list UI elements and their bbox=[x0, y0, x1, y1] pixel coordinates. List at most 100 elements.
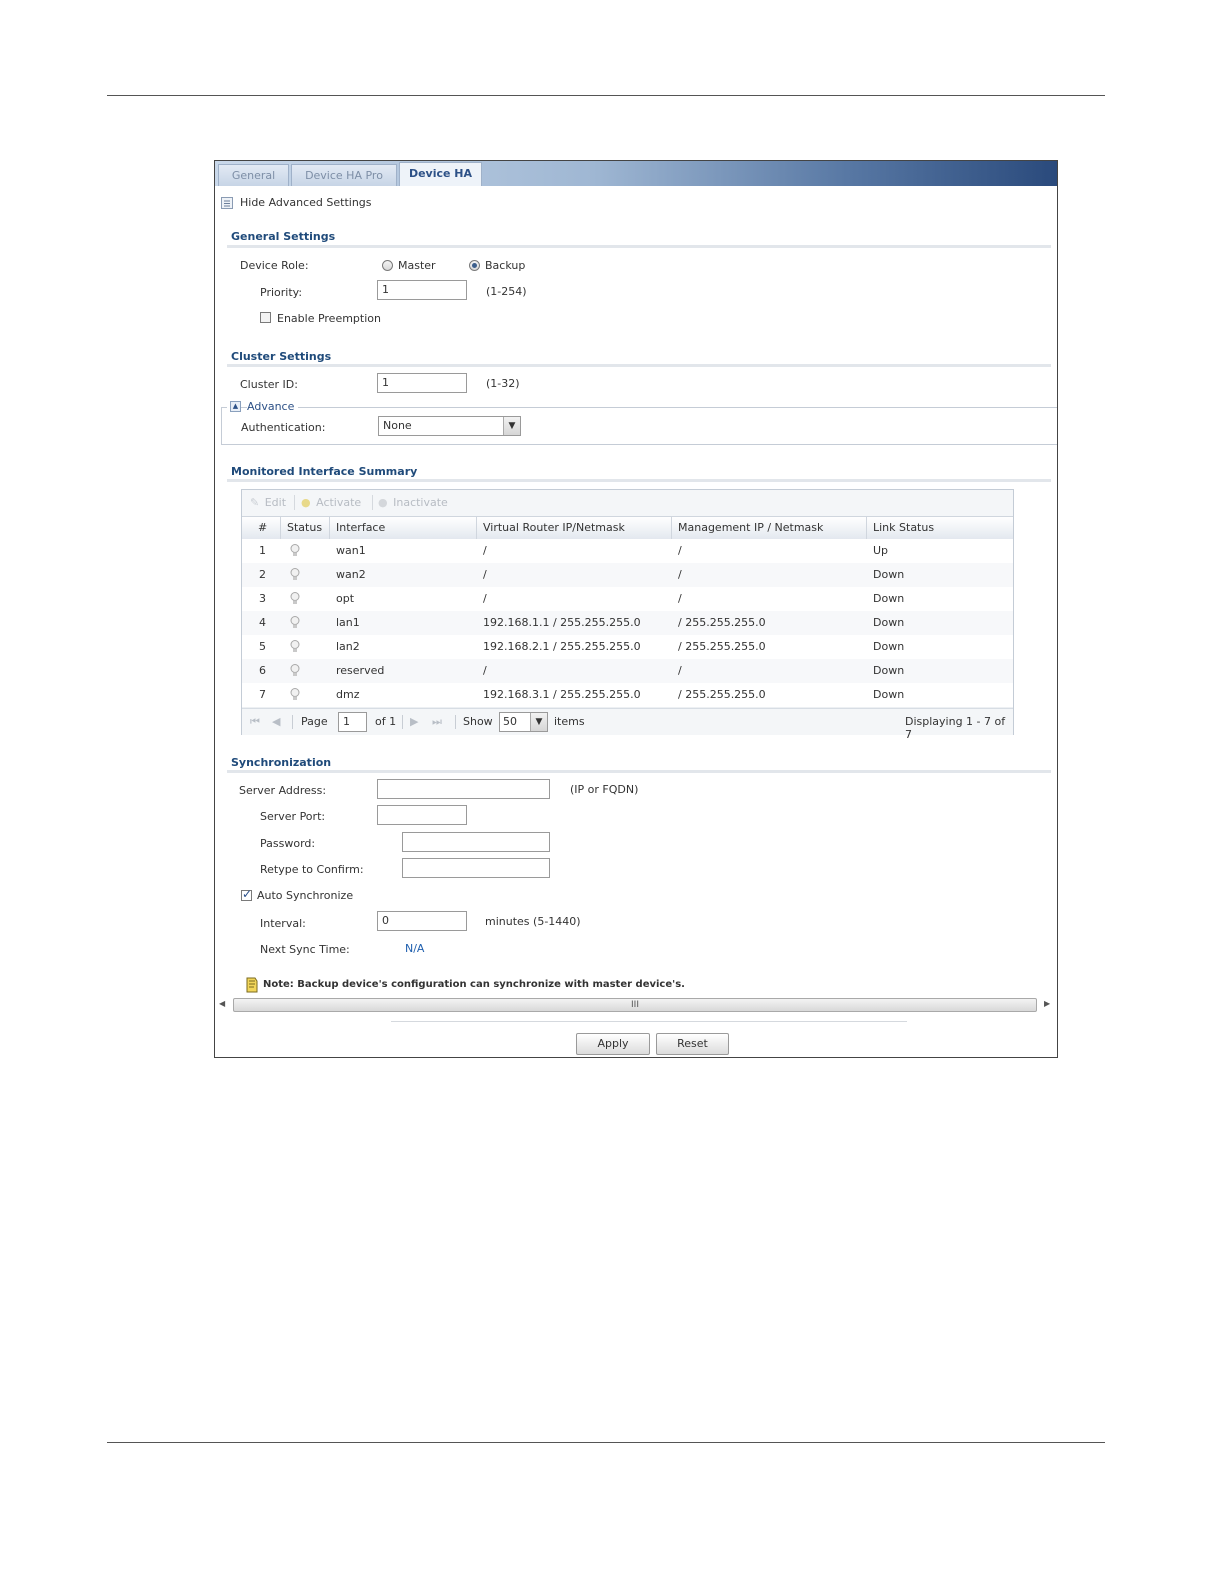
virtual-router-ip: / bbox=[483, 568, 487, 581]
link-status: Down bbox=[873, 616, 905, 629]
divider bbox=[227, 364, 1051, 367]
link-status: Down bbox=[873, 640, 905, 653]
inactivate-button[interactable]: ● Inactivate bbox=[378, 496, 448, 509]
show-label: Show bbox=[463, 715, 493, 728]
note-icon bbox=[246, 977, 258, 993]
table-row[interactable]: 6 reserved / / Down bbox=[242, 659, 1013, 684]
first-page-icon[interactable]: ⏮ bbox=[250, 715, 260, 729]
pager-separator bbox=[402, 715, 403, 729]
retype-password-input[interactable] bbox=[402, 858, 550, 878]
interface-name: reserved bbox=[336, 664, 385, 677]
scrollbar-grip: III bbox=[631, 1000, 639, 1010]
apply-button[interactable]: Apply bbox=[576, 1033, 650, 1055]
horizontal-scrollbar[interactable]: ◀ III ▶ bbox=[219, 997, 1053, 1013]
priority-input[interactable]: 1 bbox=[377, 280, 467, 300]
server-address-label: Server Address: bbox=[239, 784, 327, 797]
previous-page-icon[interactable]: ◀ bbox=[272, 715, 280, 728]
items-label: items bbox=[554, 715, 585, 728]
last-page-icon[interactable]: ⏭ bbox=[432, 715, 442, 729]
interval-input[interactable]: 0 bbox=[377, 911, 467, 931]
note-text: Note: Backup device's configuration can … bbox=[263, 979, 685, 990]
cluster-settings-title: Cluster Settings bbox=[231, 350, 332, 363]
table-row[interactable]: 7 dmz 192.168.3.1 / 255.255.255.0 / 255.… bbox=[242, 683, 1013, 708]
table-pager: ⏮ ◀ Page 1 of 1 ▶ ⏭ Show 50 ▼ items Disp… bbox=[242, 708, 1013, 741]
management-ip: / 255.255.255.0 bbox=[678, 640, 766, 653]
column-header-status[interactable]: Status bbox=[287, 521, 322, 534]
activate-button[interactable]: ● Activate bbox=[301, 496, 361, 509]
authentication-select[interactable]: None ▼ bbox=[378, 416, 521, 436]
scrollbar-thumb[interactable]: III bbox=[233, 998, 1037, 1012]
enable-preemption-label: Enable Preemption bbox=[277, 312, 381, 325]
management-ip: / 255.255.255.0 bbox=[678, 688, 766, 701]
column-header-management-ip[interactable]: Management IP / Netmask bbox=[678, 521, 823, 534]
column-header-link-status[interactable]: Link Status bbox=[873, 521, 934, 534]
master-radio[interactable] bbox=[382, 260, 393, 271]
activate-label: Activate bbox=[316, 496, 362, 509]
virtual-router-ip: / bbox=[483, 664, 487, 677]
page-number-input[interactable]: 1 bbox=[338, 712, 367, 732]
advance-fieldset bbox=[221, 407, 1057, 445]
backup-radio[interactable] bbox=[469, 260, 480, 271]
toolbar-separator bbox=[294, 495, 295, 510]
page-count-label: of 1 bbox=[375, 715, 397, 728]
advance-toggle[interactable]: ▲ Advance bbox=[227, 400, 299, 414]
server-address-hint: (IP or FQDN) bbox=[570, 783, 639, 796]
table-row[interactable]: 3 opt / / Down bbox=[242, 587, 1013, 612]
reset-button[interactable]: Reset bbox=[656, 1033, 729, 1055]
tab-device-ha-pro[interactable]: Device HA Pro bbox=[291, 164, 397, 186]
table-row[interactable]: 1 wan1 / / Up bbox=[242, 539, 1013, 564]
tab-general[interactable]: General bbox=[218, 164, 289, 186]
edit-button[interactable]: ✎ Edit bbox=[250, 496, 286, 509]
column-header-interface[interactable]: Interface bbox=[336, 521, 385, 534]
lightbulb-off-icon: ● bbox=[378, 496, 388, 509]
server-address-input[interactable] bbox=[377, 779, 550, 799]
column-separator bbox=[280, 517, 281, 539]
row-number: 1 bbox=[259, 544, 266, 557]
row-number: 4 bbox=[259, 616, 266, 629]
page-size-select[interactable]: 50 ▼ bbox=[499, 712, 548, 732]
column-header-virtual-router-ip[interactable]: Virtual Router IP/Netmask bbox=[483, 521, 625, 534]
next-page-icon[interactable]: ▶ bbox=[410, 715, 418, 728]
chevron-down-icon: ▼ bbox=[530, 713, 547, 731]
priority-range-hint: (1-254) bbox=[486, 285, 527, 298]
row-number: 3 bbox=[259, 592, 266, 605]
master-radio-label: Master bbox=[398, 259, 436, 272]
link-status: Down bbox=[873, 688, 905, 701]
table-row[interactable]: 5 lan2 192.168.2.1 / 255.255.255.0 / 255… bbox=[242, 635, 1013, 660]
interface-name: dmz bbox=[336, 688, 360, 701]
lightbulb-icon: ● bbox=[301, 496, 311, 509]
column-header-number[interactable]: # bbox=[258, 521, 267, 534]
server-port-input[interactable] bbox=[377, 805, 467, 825]
divider bbox=[391, 1021, 907, 1022]
auto-synchronize-checkbox[interactable] bbox=[241, 887, 252, 901]
interface-name: lan1 bbox=[336, 616, 360, 629]
interface-name: opt bbox=[336, 592, 355, 605]
table-row[interactable]: 4 lan1 192.168.1.1 / 255.255.255.0 / 255… bbox=[242, 611, 1013, 636]
tab-device-ha[interactable]: Device HA bbox=[399, 162, 482, 186]
management-ip: / bbox=[678, 568, 682, 581]
retype-to-confirm-label: Retype to Confirm: bbox=[260, 863, 364, 876]
toolbar-separator bbox=[372, 495, 373, 510]
row-number: 5 bbox=[259, 640, 266, 653]
enable-preemption-checkbox[interactable] bbox=[260, 312, 271, 323]
table-body: 1 wan1 / / Up 2 wan2 / / Down 3 opt / / bbox=[242, 539, 1013, 708]
advance-label: Advance bbox=[247, 400, 299, 413]
password-input[interactable] bbox=[402, 832, 550, 852]
cluster-id-input[interactable]: 1 bbox=[377, 373, 467, 393]
inactivate-label: Inactivate bbox=[393, 496, 448, 509]
pager-separator bbox=[292, 715, 293, 729]
table-row[interactable]: 2 wan2 / / Down bbox=[242, 563, 1013, 588]
footer-rule bbox=[107, 1442, 1105, 1443]
virtual-router-ip: 192.168.2.1 / 255.255.255.0 bbox=[483, 640, 641, 653]
page-label: Page bbox=[301, 715, 328, 728]
virtual-router-ip: 192.168.1.1 / 255.255.255.0 bbox=[483, 616, 641, 629]
scroll-left-icon[interactable]: ◀ bbox=[219, 999, 225, 1008]
list-icon bbox=[221, 197, 233, 209]
lightbulb-icon bbox=[290, 616, 300, 628]
device-ha-screen: General Device HA Pro Device HA Hide Adv… bbox=[214, 160, 1058, 1058]
column-separator bbox=[866, 517, 867, 539]
scroll-right-icon[interactable]: ▶ bbox=[1044, 999, 1050, 1008]
interface-name: wan2 bbox=[336, 568, 366, 581]
management-ip: / bbox=[678, 544, 682, 557]
divider bbox=[227, 770, 1051, 773]
